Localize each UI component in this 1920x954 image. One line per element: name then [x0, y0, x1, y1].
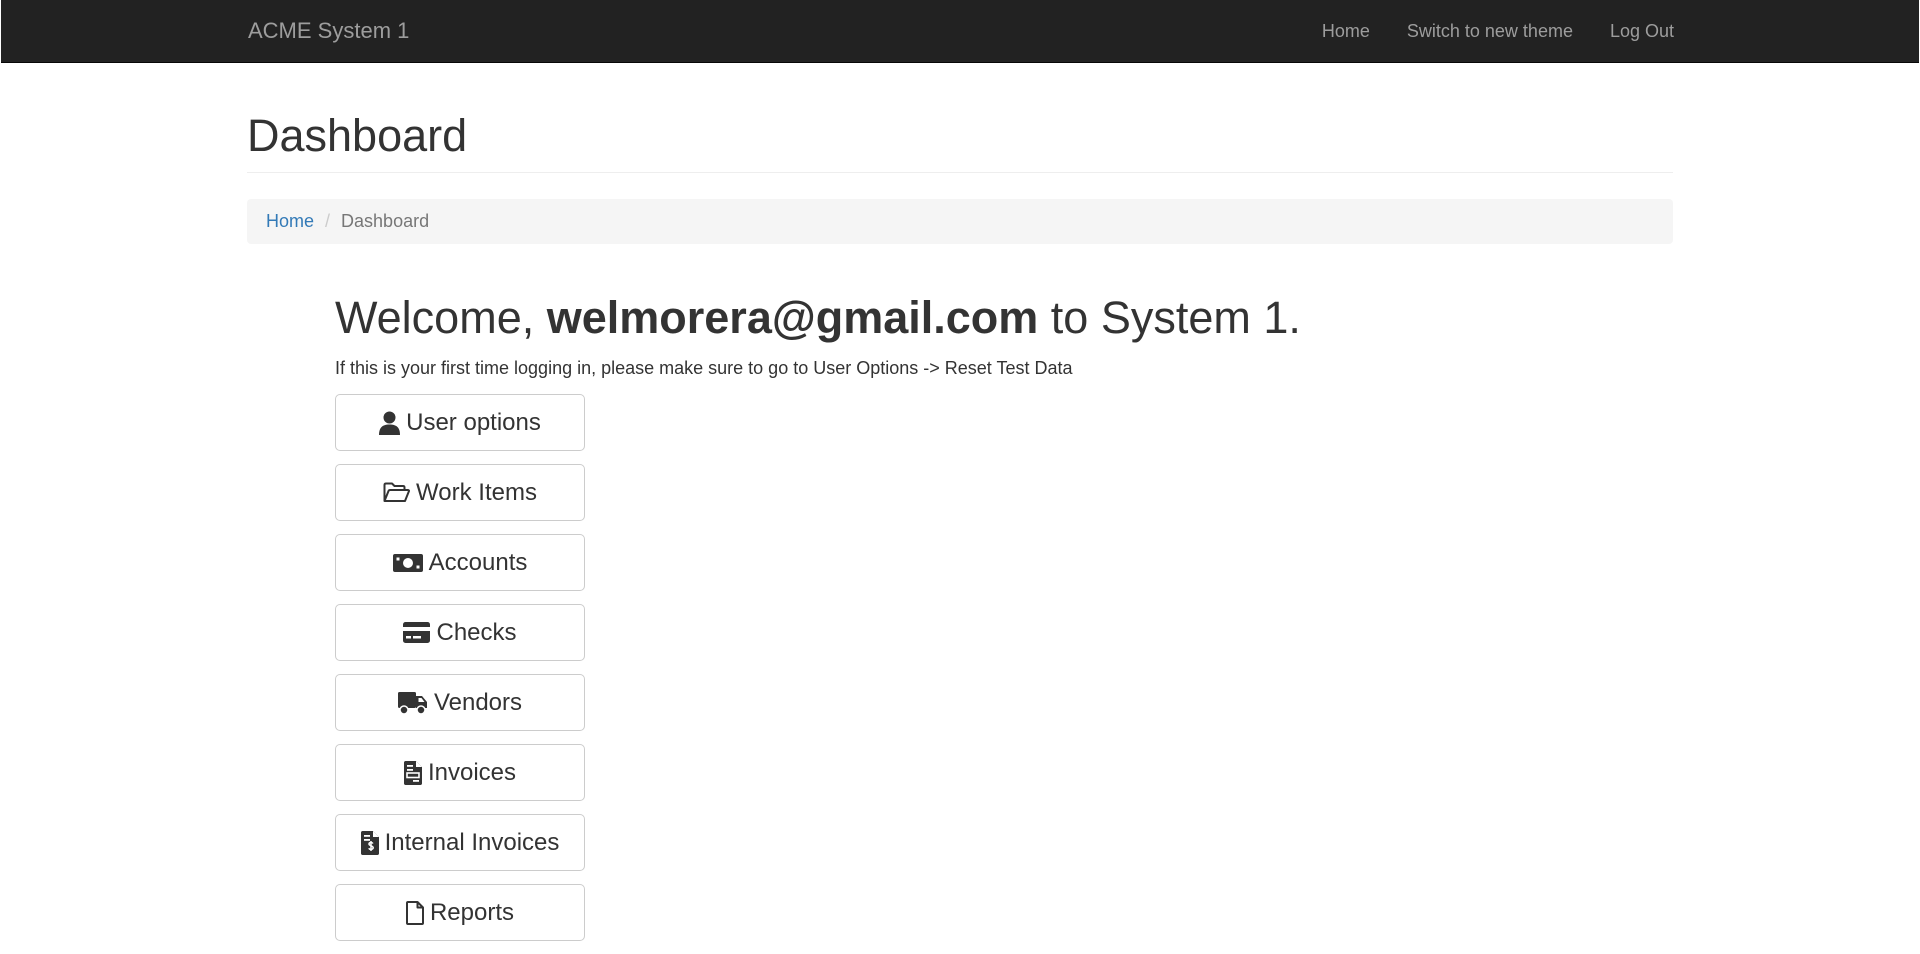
internal-invoices-button[interactable]: Internal Invoices: [335, 814, 585, 871]
user-options-label: User options: [406, 408, 541, 436]
dashboard-menu: User options Work Items Accounts Checks: [335, 394, 585, 954]
reports-button[interactable]: Reports: [335, 884, 585, 941]
file-icon: [405, 900, 424, 925]
nav-switch-theme-link[interactable]: Switch to new theme: [1407, 21, 1573, 42]
welcome-prefix: Welcome,: [335, 292, 547, 343]
first-login-notice: If this is your first time logging in, p…: [335, 358, 1073, 378]
money-bill-icon: [392, 553, 423, 572]
nav-links: Home Switch to new theme Log Out: [1285, 0, 1674, 63]
nav-logout-link[interactable]: Log Out: [1610, 21, 1674, 42]
invoices-button[interactable]: Invoices: [335, 744, 585, 801]
nav-home-link[interactable]: Home: [1322, 21, 1370, 42]
reports-label: Reports: [429, 898, 515, 926]
breadcrumb-current: Dashboard: [341, 211, 430, 231]
checks-label: Checks: [436, 618, 517, 646]
breadcrumb: Home / Dashboard: [247, 199, 1673, 244]
welcome-user-email: welmorera@gmail.com: [546, 292, 1039, 343]
file-invoice-icon: [403, 760, 422, 785]
accounts-label: Accounts: [428, 548, 528, 576]
truck-icon: [397, 691, 427, 715]
user-options-button[interactable]: User options: [335, 394, 585, 451]
user-icon: [379, 411, 401, 435]
welcome-heading: Welcome, welmorera@gmail.com to System 1…: [335, 290, 1301, 346]
vendors-label: Vendors: [433, 688, 523, 716]
brand-link[interactable]: ACME System 1: [248, 18, 409, 44]
work-items-label: Work Items: [416, 478, 537, 506]
vendors-button[interactable]: Vendors: [335, 674, 585, 731]
file-invoice-dollar-icon: [360, 830, 379, 855]
invoices-label: Invoices: [427, 758, 517, 786]
checks-button[interactable]: Checks: [335, 604, 585, 661]
work-items-button[interactable]: Work Items: [335, 464, 585, 521]
page-title: Dashboard: [247, 110, 468, 161]
breadcrumb-home-link[interactable]: Home: [266, 211, 314, 232]
credit-card-icon: [403, 622, 431, 643]
breadcrumb-separator: /: [325, 211, 331, 231]
folder-open-icon: [383, 482, 411, 502]
accounts-button[interactable]: Accounts: [335, 534, 585, 591]
top-navbar: ACME System 1 Home Switch to new theme L…: [1, 0, 1919, 63]
welcome-suffix: to System 1.: [1038, 292, 1301, 343]
internal-invoices-label: Internal Invoices: [384, 828, 560, 856]
title-divider: [247, 172, 1673, 173]
